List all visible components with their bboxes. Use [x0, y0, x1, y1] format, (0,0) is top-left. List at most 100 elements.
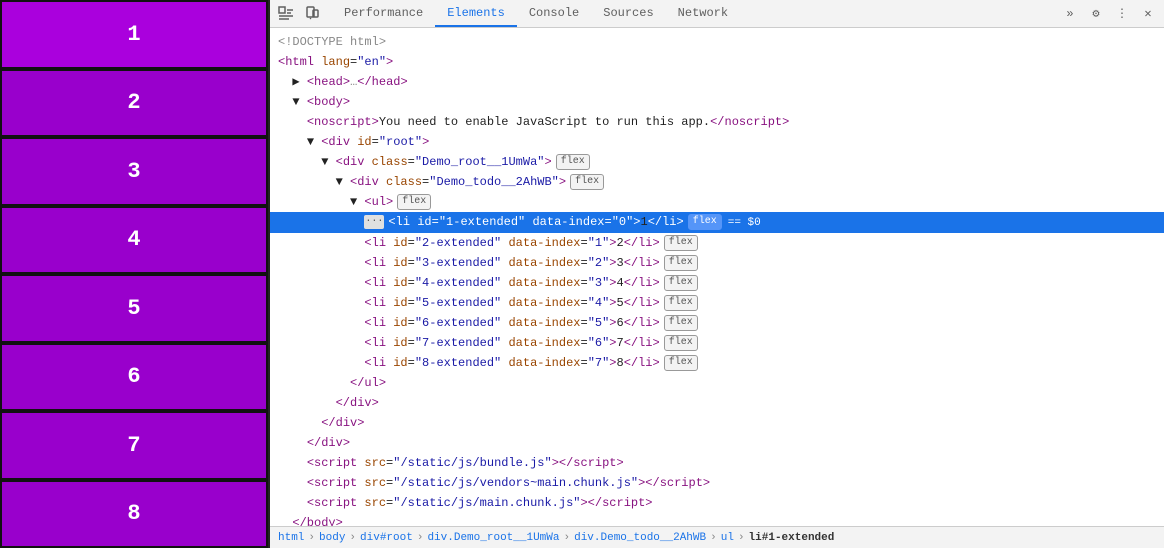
- breadcrumb-item[interactable]: body: [319, 532, 345, 544]
- attr-name: id: [350, 135, 372, 149]
- text-content: 6: [617, 316, 624, 330]
- badge: flex: [664, 255, 698, 271]
- app-item[interactable]: 2: [0, 69, 268, 138]
- app-item[interactable]: 1: [0, 0, 268, 69]
- overflow-icon[interactable]: »: [1058, 2, 1082, 26]
- indent: [278, 356, 364, 370]
- html-line[interactable]: ···<li id="1-extended" data-index="0">1<…: [270, 212, 1164, 233]
- html-line[interactable]: ▶ <head>…</head>: [270, 72, 1164, 92]
- text-content: 2: [617, 236, 624, 250]
- attr-value: "3": [588, 276, 610, 290]
- html-tag: >: [559, 175, 566, 189]
- html-tag: <noscript>: [307, 115, 379, 129]
- devtools-content[interactable]: <!DOCTYPE html><html lang="en"> ▶ <head>…: [270, 28, 1164, 526]
- device-icon[interactable]: [300, 2, 324, 26]
- html-tag: <div: [336, 155, 365, 169]
- plain-text: ▼: [307, 135, 321, 149]
- plain-text: =: [408, 336, 415, 350]
- attr-name: id: [386, 316, 408, 330]
- more-icon[interactable]: ⋮: [1110, 2, 1134, 26]
- breadcrumb-item: li#1-extended: [749, 532, 835, 544]
- app-item[interactable]: 5: [0, 274, 268, 343]
- devtools-tab-network[interactable]: Network: [666, 0, 740, 27]
- breadcrumb-item[interactable]: ul: [721, 532, 734, 544]
- html-line[interactable]: ▼ <div id="root">: [270, 132, 1164, 152]
- html-line[interactable]: <li id="5-extended" data-index="4">5</li…: [270, 293, 1164, 313]
- app-item[interactable]: 7: [0, 411, 268, 480]
- plain-text: =: [432, 215, 439, 229]
- html-line[interactable]: ▼ <body>: [270, 92, 1164, 112]
- breadcrumb-item[interactable]: div.Demo_todo__2AhWB: [574, 532, 706, 544]
- html-tag: >: [544, 155, 551, 169]
- attr-value: "3-extended": [415, 256, 501, 270]
- devtools-tab-console[interactable]: Console: [517, 0, 591, 27]
- html-line[interactable]: <li id="2-extended" data-index="1">2</li…: [270, 233, 1164, 253]
- html-tag: >: [609, 296, 616, 310]
- badge: flex: [664, 295, 698, 311]
- devtools-tab-performance[interactable]: Performance: [332, 0, 435, 27]
- html-line[interactable]: </body>: [270, 513, 1164, 526]
- html-tag: </ul>: [350, 376, 386, 390]
- devtools-tab-sources[interactable]: Sources: [591, 0, 665, 27]
- html-tag: <li: [364, 316, 386, 330]
- indent: [278, 155, 321, 169]
- inspect-icon[interactable]: [274, 2, 298, 26]
- devtools-tab-elements[interactable]: Elements: [435, 0, 517, 27]
- html-tag: >: [609, 256, 616, 270]
- devtools-panel: PerformanceElementsConsoleSourcesNetwork…: [270, 0, 1164, 548]
- attr-name: lang: [314, 55, 350, 69]
- html-tag: </li>: [624, 256, 660, 270]
- html-line[interactable]: </div>: [270, 393, 1164, 413]
- html-line[interactable]: <script src="/static/js/main.chunk.js"><…: [270, 493, 1164, 513]
- settings-icon[interactable]: ⚙: [1084, 2, 1108, 26]
- html-tag: </li>: [624, 316, 660, 330]
- attr-value: "2": [588, 256, 610, 270]
- html-tag: </li>: [624, 236, 660, 250]
- html-line[interactable]: </div>: [270, 413, 1164, 433]
- indent: [278, 195, 350, 209]
- html-line[interactable]: <script src="/static/js/bundle.js"></scr…: [270, 453, 1164, 473]
- indent: [278, 236, 364, 250]
- plain-text: ▼: [321, 155, 335, 169]
- html-tag: <li: [388, 215, 410, 229]
- attr-value: "7-extended": [415, 336, 501, 350]
- html-line[interactable]: <li id="7-extended" data-index="6">7</li…: [270, 333, 1164, 353]
- html-line[interactable]: <li id="3-extended" data-index="2">3</li…: [270, 253, 1164, 273]
- html-tag: ></: [638, 476, 660, 490]
- html-line[interactable]: ▼ <ul>flex: [270, 192, 1164, 212]
- app-item[interactable]: 8: [0, 480, 268, 548]
- html-line[interactable]: ▼ <div class="Demo_todo__2AhWB">flex: [270, 172, 1164, 192]
- plain-text: =: [408, 356, 415, 370]
- html-tag: </div>: [321, 416, 364, 430]
- attr-value: "Demo_root__1UmWa": [415, 155, 545, 169]
- badge: flex: [397, 194, 431, 210]
- indent: [278, 376, 350, 390]
- attr-name: data-index: [501, 256, 580, 270]
- attr-value: "6": [588, 336, 610, 350]
- breadcrumb-item[interactable]: div.Demo_root__1UmWa: [427, 532, 559, 544]
- html-line[interactable]: <script src="/static/js/vendors~main.chu…: [270, 473, 1164, 493]
- app-item[interactable]: 4: [0, 206, 268, 275]
- html-line[interactable]: <noscript>You need to enable JavaScript …: [270, 112, 1164, 132]
- html-line[interactable]: <li id="4-extended" data-index="3">4</li…: [270, 273, 1164, 293]
- indent: [278, 135, 307, 149]
- app-item[interactable]: 6: [0, 343, 268, 412]
- attr-value: "1": [588, 236, 610, 250]
- breadcrumb-item[interactable]: div#root: [360, 532, 413, 544]
- attr-name: src: [357, 456, 386, 470]
- app-item[interactable]: 3: [0, 137, 268, 206]
- html-line[interactable]: <li id="6-extended" data-index="5">6</li…: [270, 313, 1164, 333]
- expand-dots[interactable]: ···: [364, 215, 384, 229]
- close-icon[interactable]: ✕: [1136, 2, 1160, 26]
- html-tag: <li: [364, 236, 386, 250]
- breadcrumb-item[interactable]: html: [278, 532, 304, 544]
- html-line[interactable]: <li id="8-extended" data-index="7">8</li…: [270, 353, 1164, 373]
- html-line[interactable]: </ul>: [270, 373, 1164, 393]
- html-tag: ></: [580, 496, 602, 510]
- html-line[interactable]: ▼ <div class="Demo_root__1UmWa">flex: [270, 152, 1164, 172]
- html-line[interactable]: <!DOCTYPE html>: [270, 32, 1164, 52]
- html-line[interactable]: <html lang="en">: [270, 52, 1164, 72]
- html-line[interactable]: </div>: [270, 433, 1164, 453]
- attr-name: data-index: [501, 236, 580, 250]
- attr-name: id: [386, 296, 408, 310]
